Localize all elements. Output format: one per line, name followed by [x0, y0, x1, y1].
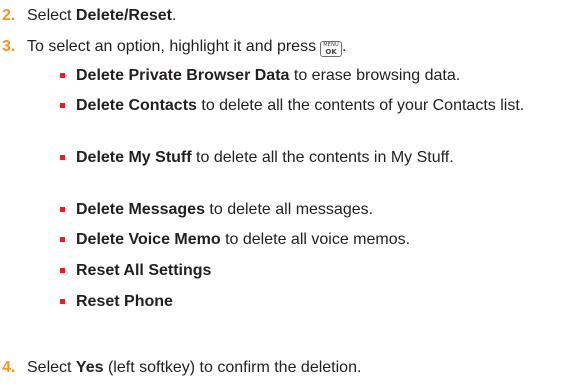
bullet-square-icon: [60, 73, 65, 78]
bullet-square-icon: [60, 299, 65, 304]
step-text-main: To select an option, highlight it and pr…: [27, 38, 317, 55]
bullet-square-icon: [60, 155, 65, 160]
step-text-post: (left softkey) to confirm the deletion.: [103, 359, 362, 376]
list-item: Delete Voice Memo to delete all voice me…: [60, 230, 550, 250]
list-item-text: Reset All Settings: [76, 261, 550, 281]
option-description: to delete all voice memos.: [220, 231, 411, 248]
list-item-text: Delete Voice Memo to delete all voice me…: [76, 230, 550, 250]
list-item: Delete My Stuff to delete all the conten…: [60, 148, 550, 168]
option-name: Delete Voice Memo: [76, 231, 221, 248]
step-number: 3.: [2, 38, 16, 55]
list-item: Reset Phone: [60, 292, 550, 312]
menu-ok-key-icon: MENU OK: [320, 41, 343, 57]
option-name: Delete My Stuff: [76, 149, 192, 166]
step-text: Select Delete/Reset.: [27, 6, 176, 26]
list-item: Delete Contacts to delete all the conten…: [60, 96, 550, 116]
option-name: Delete Private Browser Data: [76, 67, 290, 84]
step-text-post: .: [171, 7, 177, 24]
list-item: Delete Private Browser Data to erase bro…: [60, 66, 550, 86]
step-text-bold: Yes: [75, 359, 104, 376]
bullet-square-icon: [60, 237, 65, 242]
option-description: to delete all messages.: [204, 201, 374, 218]
key-bottom-label: OK: [325, 48, 337, 56]
bullet-square-icon: [60, 207, 65, 212]
step-text-bold: Delete/Reset: [75, 7, 172, 24]
step-text-pre: Select: [27, 359, 76, 376]
option-description: to delete all the contents in My Stuff.: [191, 149, 454, 166]
list-item: Delete Messages to delete all messages.: [60, 200, 550, 220]
list-item-text: Delete Contacts to delete all the conten…: [76, 96, 550, 116]
list-item-text: Reset Phone: [76, 292, 550, 312]
bullet-square-icon: [60, 103, 65, 108]
option-name: Delete Messages: [76, 201, 205, 218]
option-description: to delete all the contents of your Conta…: [196, 97, 525, 114]
option-description: to erase browsing data.: [289, 67, 461, 84]
option-name: Reset Phone: [76, 293, 173, 310]
option-name: Delete Contacts: [76, 97, 197, 114]
list-item-text: Delete Messages to delete all messages.: [76, 200, 550, 220]
bullet-square-icon: [60, 268, 65, 273]
step-number: 4.: [2, 359, 16, 376]
step-number: 2.: [2, 7, 16, 24]
step-text: Select Yes (left softkey) to confirm the…: [27, 358, 361, 378]
option-name: Reset All Settings: [76, 262, 212, 279]
list-item: Reset All Settings: [60, 261, 550, 281]
list-item-text: Delete My Stuff to delete all the conten…: [76, 148, 550, 168]
step-text-pre: Select: [27, 7, 76, 24]
list-item-text: Delete Private Browser Data to erase bro…: [76, 66, 550, 86]
step-text: To select an option, highlight it and pr…: [27, 37, 347, 57]
step-text-end: .: [342, 38, 347, 55]
